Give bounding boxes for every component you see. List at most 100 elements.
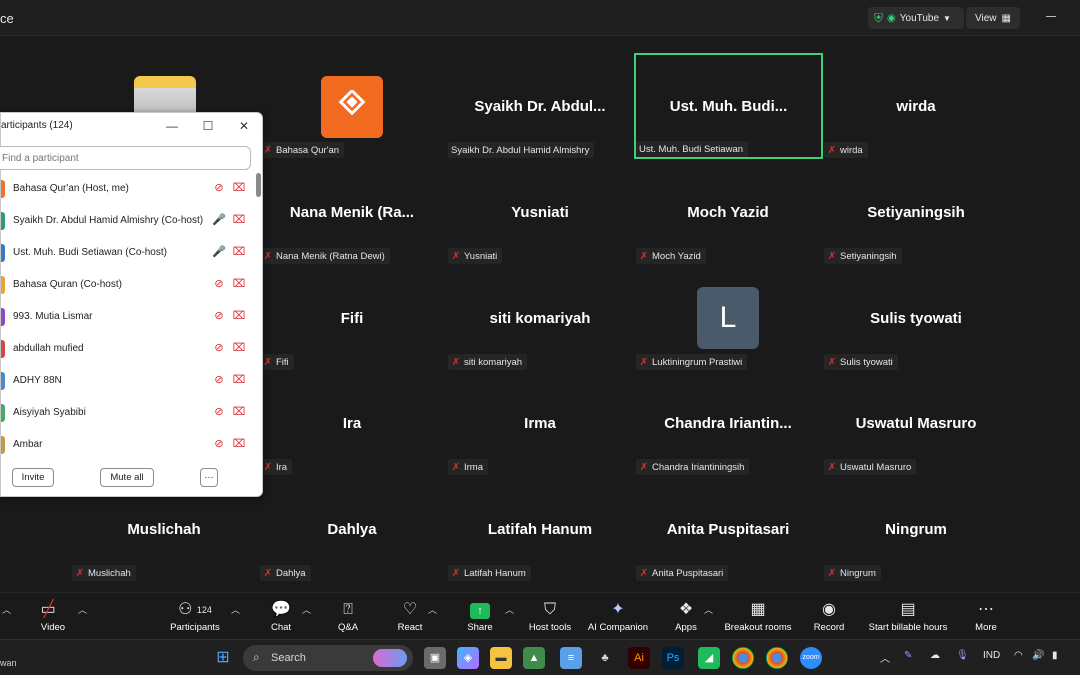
- taskbar-search-box[interactable]: ⌕ Search: [243, 645, 413, 671]
- volume-icon[interactable]: 🔊: [1032, 650, 1044, 661]
- windows-start-icon[interactable]: ⊞: [212, 647, 234, 669]
- video-tile[interactable]: Ningrum ✗ Ningrum: [822, 477, 1010, 583]
- ai-companion-button[interactable]: ✦ AI Companion: [586, 599, 650, 633]
- chevron-up-icon[interactable]: ︿: [2, 603, 11, 616]
- line-app-icon[interactable]: ◢: [698, 647, 720, 669]
- record-button[interactable]: ◉ Record: [812, 599, 846, 633]
- chevron-up-icon[interactable]: ︿: [78, 603, 87, 616]
- video-tile[interactable]: ✗ Bahasa Qur'an: [258, 54, 446, 160]
- invite-button[interactable]: Invite: [12, 468, 54, 487]
- panel-scrollbar[interactable]: [256, 173, 261, 455]
- network-app-icon[interactable]: ♣: [594, 647, 616, 669]
- illustrator-icon[interactable]: Ai: [628, 647, 650, 669]
- chevron-up-icon[interactable]: ︿: [505, 603, 514, 616]
- video-off-icon[interactable]: ⌧: [231, 181, 247, 197]
- video-off-icon[interactable]: ⌧: [231, 277, 247, 293]
- battery-icon[interactable]: ▮: [1052, 650, 1058, 661]
- host-tools-button[interactable]: ⛉ Host tools: [526, 599, 574, 633]
- video-tile[interactable]: Chandra Iriantin... ✗ Chandra Iriantining…: [634, 371, 822, 477]
- react-button[interactable]: ♡ React: [394, 599, 426, 633]
- video-tile[interactable]: Dahlya ✗ Dahlya: [258, 477, 446, 583]
- chevron-up-icon[interactable]: ︿: [302, 603, 311, 616]
- video-tile[interactable]: Setiyaningsih ✗ Setiyaningsih: [822, 160, 1010, 266]
- participant-row[interactable]: abdullah mufied ⊘ ⌧: [1, 333, 256, 365]
- video-button[interactable]: ▭╱ Video: [34, 599, 72, 633]
- participant-row[interactable]: ADHY 88N ⊘ ⌧: [1, 365, 256, 397]
- video-tile[interactable]: Ira ✗ Ira: [258, 371, 446, 477]
- video-tile[interactable]: Syaikh Dr. Abdul... Syaikh Dr. Abdul Ham…: [446, 54, 634, 160]
- mic-muted-icon[interactable]: ⊘: [212, 181, 226, 197]
- participant-row[interactable]: Ambar ⊘ ⌧: [1, 429, 256, 455]
- gallery-icon[interactable]: ▲: [523, 647, 545, 669]
- chevron-up-icon[interactable]: ︿: [704, 603, 713, 616]
- share-button[interactable]: ↑ Share: [464, 599, 496, 633]
- participant-row[interactable]: Syaikh Dr. Abdul Hamid Almishry (Co-host…: [1, 205, 256, 237]
- breakout-rooms-button[interactable]: ▦ Breakout rooms: [722, 599, 794, 633]
- video-tile-active-speaker[interactable]: Ust. Muh. Budi... Ust. Muh. Budi Setiawa…: [634, 53, 823, 159]
- participant-row[interactable]: Aisyiyah Syabibi ⊘ ⌧: [1, 397, 256, 429]
- chevron-up-icon[interactable]: ︿: [231, 603, 240, 616]
- mic-muted-icon[interactable]: ⊘: [212, 373, 226, 389]
- video-tile[interactable]: Irma ✗ Irma: [446, 371, 634, 477]
- video-tile[interactable]: Fifi ✗ Fifi: [258, 266, 446, 372]
- video-off-icon[interactable]: ⌧: [231, 437, 247, 453]
- video-tile[interactable]: Moch Yazid ✗ Moch Yazid: [634, 160, 822, 266]
- video-tile[interactable]: L ✗ Luktiningrum Prastiwi: [634, 266, 822, 372]
- zoom-app-icon[interactable]: zoom: [800, 647, 822, 669]
- qa-button[interactable]: ⍰ Q&A: [334, 599, 362, 633]
- copilot-icon[interactable]: ◈: [457, 647, 479, 669]
- youtube-stream-button[interactable]: ⛨ ◉ YouTube ▼: [868, 7, 964, 29]
- apps-button[interactable]: ❖ Apps: [672, 599, 700, 633]
- mic-muted-icon[interactable]: ⊘: [212, 341, 226, 357]
- maximize-icon[interactable]: ☐: [199, 117, 217, 135]
- participant-row[interactable]: Bahasa Quran (Co-host) ⊘ ⌧: [1, 269, 256, 301]
- task-view-icon[interactable]: ▣: [424, 647, 446, 669]
- video-tile[interactable]: Yusniati ✗ Yusniati: [446, 160, 634, 266]
- cloud-icon[interactable]: ☁: [930, 650, 940, 661]
- mic-muted-icon[interactable]: ⊘: [212, 277, 226, 293]
- video-tile[interactable]: Uswatul Masruro ✗ Uswatul Masruro: [822, 371, 1010, 477]
- more-button[interactable]: ⋯ More: [970, 599, 1002, 633]
- chrome-icon[interactable]: [732, 647, 754, 669]
- billable-hours-button[interactable]: ▤ Start billable hours: [864, 599, 952, 633]
- video-tile[interactable]: siti komariyah ✗ siti komariyah: [446, 266, 634, 372]
- chrome-profile-icon[interactable]: [766, 647, 788, 669]
- mic-muted-icon[interactable]: ⊘: [212, 437, 226, 453]
- language-indicator[interactable]: IND: [983, 650, 1000, 661]
- notepad-icon[interactable]: ≡: [560, 647, 582, 669]
- chat-button[interactable]: 💬 Chat: [266, 599, 296, 633]
- video-tile[interactable]: Latifah Hanum ✗ Latifah Hanum: [446, 477, 634, 583]
- microphone-icon[interactable]: 🎙: [956, 650, 969, 661]
- view-button[interactable]: View ▦: [966, 7, 1020, 29]
- mute-all-button[interactable]: Mute all: [100, 468, 154, 487]
- mic-icon[interactable]: 🎤: [212, 245, 226, 261]
- video-tile[interactable]: wirda ✗ wirda: [822, 54, 1010, 160]
- participant-search-input[interactable]: [0, 146, 251, 170]
- wifi-icon[interactable]: ◠: [1014, 650, 1023, 661]
- video-off-icon[interactable]: ⌧: [231, 405, 247, 421]
- video-off-icon[interactable]: ⌧: [231, 373, 247, 389]
- video-tile[interactable]: Sulis tyowati ✗ Sulis tyowati: [822, 266, 1010, 372]
- file-explorer-icon[interactable]: ▬: [490, 647, 512, 669]
- minimize-icon[interactable]: —: [163, 117, 181, 135]
- mic-icon[interactable]: 🎤: [212, 213, 226, 229]
- mic-muted-icon[interactable]: ⊘: [212, 309, 226, 325]
- participant-row[interactable]: Bahasa Qur'an (Host, me) ⊘ ⌧: [1, 173, 256, 205]
- participant-row[interactable]: 993. Mutia Lismar ⊘ ⌧: [1, 301, 256, 333]
- video-off-icon[interactable]: ⌧: [231, 245, 247, 261]
- chevron-up-icon[interactable]: ︿: [428, 603, 437, 616]
- video-off-icon[interactable]: ⌧: [231, 213, 247, 229]
- video-tile[interactable]: Nana Menik (Ra... ✗ Nana Menik (Ratna Dew…: [258, 160, 446, 266]
- minimize-icon[interactable]: [1046, 16, 1056, 17]
- participant-row[interactable]: Ust. Muh. Budi Setiawan (Co-host) 🎤 ⌧: [1, 237, 256, 269]
- scrollbar-thumb[interactable]: [256, 173, 261, 197]
- pen-icon[interactable]: ✎: [904, 650, 912, 661]
- mic-muted-icon[interactable]: ⊘: [212, 405, 226, 421]
- video-off-icon[interactable]: ⌧: [231, 341, 247, 357]
- more-options-button[interactable]: ···: [200, 468, 218, 487]
- close-icon[interactable]: ✕: [235, 117, 253, 135]
- video-tile[interactable]: Anita Puspitasari ✗ Anita Puspitasari: [634, 477, 822, 583]
- chevron-up-icon[interactable]: ︿: [880, 650, 890, 665]
- participants-button[interactable]: ⚇ 124 Participants: [168, 599, 222, 633]
- photoshop-icon[interactable]: Ps: [662, 647, 684, 669]
